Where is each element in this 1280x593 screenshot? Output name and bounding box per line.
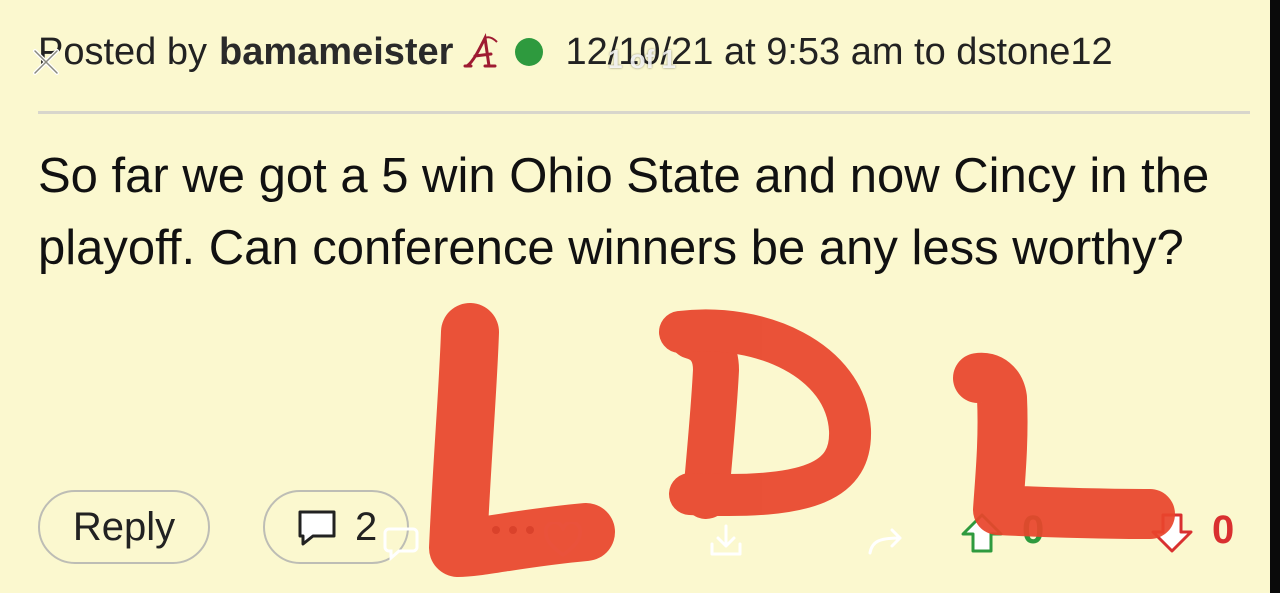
- post-header: Posted by bamameister 12/10/21 at 9:53 a…: [38, 28, 1113, 76]
- divider: [38, 111, 1250, 114]
- downvote-icon[interactable]: [1150, 512, 1194, 554]
- comment-icon: [298, 510, 336, 546]
- download-icon[interactable]: [707, 522, 745, 560]
- more-icon[interactable]: [488, 524, 538, 536]
- online-status-icon: [515, 38, 544, 66]
- upvote-icon[interactable]: [960, 512, 1004, 554]
- page-indicator: 1 of 1: [608, 44, 676, 74]
- share-icon[interactable]: [866, 527, 906, 557]
- upvote-count: 0: [1022, 508, 1045, 552]
- downvote-count: 0: [1212, 508, 1235, 552]
- posted-by-label: Posted by: [38, 30, 207, 73]
- reply-label: Reply: [72, 504, 176, 549]
- reply-button[interactable]: Reply: [38, 490, 210, 564]
- comment-count: 2: [355, 504, 378, 549]
- screenshot: Posted by bamameister 12/10/21 at 9:53 a…: [0, 0, 1280, 593]
- edge-bar: [1270, 0, 1280, 593]
- forum-post: Posted by bamameister 12/10/21 at 9:53 a…: [0, 0, 1270, 593]
- heart-icon[interactable]: [543, 522, 583, 558]
- team-logo-icon: [463, 33, 499, 68]
- close-icon[interactable]: [31, 47, 61, 77]
- post-body: So far we got a 5 win Ohio State and now…: [38, 149, 1210, 275]
- comment-icon[interactable]: [383, 525, 419, 561]
- author-link[interactable]: bamameister: [219, 31, 453, 74]
